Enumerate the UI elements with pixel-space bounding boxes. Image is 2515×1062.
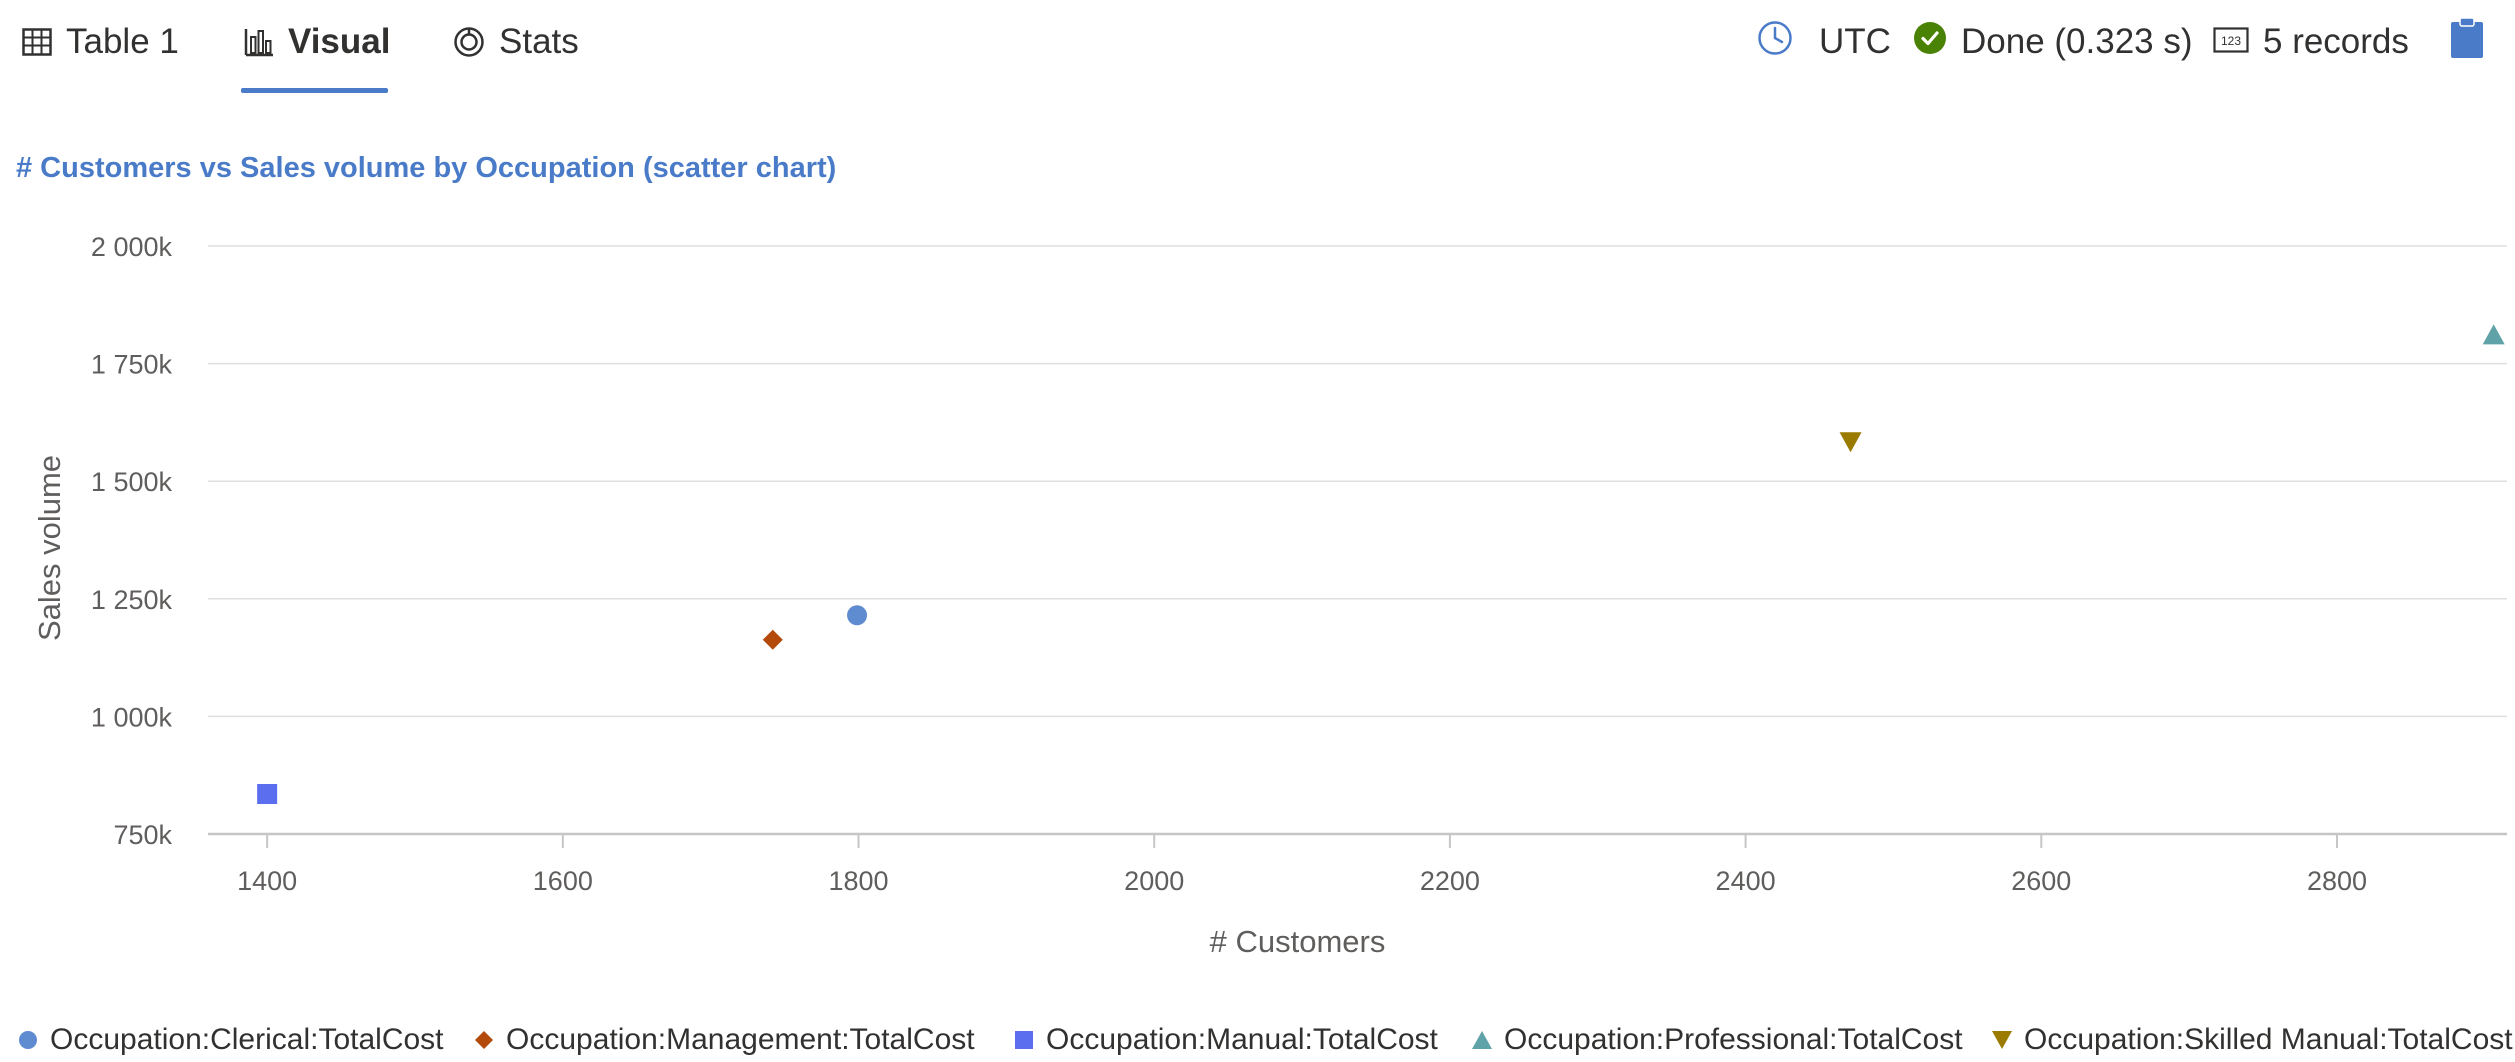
tab-label: Table 1 [66,22,179,61]
check-circle-icon [1913,21,1947,64]
bar-chart-icon [244,27,274,57]
legend-label: Occupation:Management:TotalCost [506,1023,975,1056]
timezone-indicator[interactable]: UTC [1757,12,1891,72]
legend-label: Occupation:Clerical:TotalCost [50,1023,444,1056]
x-tick-label: 1400 [237,866,297,896]
y-tick-label: 1 250k [91,585,173,615]
legend-item[interactable]: Occupation:Clerical:TotalCost [16,1018,444,1062]
y-tick-label: 1 750k [91,350,173,380]
tab-stats[interactable]: Stats [453,12,579,72]
tab-table-1[interactable]: Table 1 [22,12,179,72]
clipboard-icon [2450,16,2484,68]
svg-text:123: 123 [2221,34,2241,48]
status-text: Done (0.323 s) [1961,22,2193,61]
y-tick-label: 1 500k [91,467,173,497]
number-badge-icon: 123 [2213,22,2249,62]
tab-bar: Table 1 Visual Stats UTC Done (0.323 s) … [0,0,2515,96]
stats-icon [453,26,485,58]
data-point [257,784,278,805]
legend-item[interactable]: Occupation:Skilled Manual:TotalCost [1990,1018,2513,1062]
legend-label: Occupation:Skilled Manual:TotalCost [2024,1023,2513,1056]
timezone-label: UTC [1819,22,1891,61]
circle-marker-icon [19,1031,37,1049]
triangle-up-marker-icon [1472,1031,1492,1049]
chart-title: # Customers vs Sales volume by Occupatio… [16,152,837,184]
copy-button[interactable] [2450,12,2484,72]
tab-label: Stats [499,22,579,61]
records-text: 5 records [2263,22,2409,61]
active-tab-indicator [241,88,388,93]
square-marker-icon [1015,1031,1033,1049]
triangle-down-marker-icon [1992,1031,2012,1049]
data-point [2482,324,2505,345]
x-tick-label: 2200 [1420,866,1480,896]
tab-label: Visual [288,22,391,61]
table-icon [22,28,52,56]
y-tick-label: 1 000k [91,702,173,732]
x-tick-label: 1800 [828,866,888,896]
y-axis-title: Sales volume [32,455,67,641]
scatter-chart: 750k 1 000k 1 250k 1 500k 1 750k 2 000k 1400 16… [32,232,2507,959]
x-tick-label: 2600 [2011,866,2071,896]
tab-visual[interactable]: Visual [244,12,390,72]
record-count: 123 5 records [2213,12,2409,72]
query-status: Done (0.323 s) [1913,12,2193,72]
y-tick-label: 750k [113,820,172,850]
x-tick-label: 1600 [533,866,593,896]
legend-label: Occupation:Manual:TotalCost [1046,1023,1438,1056]
legend-item[interactable]: Occupation:Manual:TotalCost [1012,1018,1438,1062]
x-tick-label: 2800 [2307,866,2367,896]
data-point [762,629,783,650]
legend-item[interactable]: Occupation:Management:TotalCost [472,1018,975,1062]
legend-label: Occupation:Professional:TotalCost [1504,1023,1963,1056]
data-point [847,605,868,626]
legend-item[interactable]: Occupation:Professional:TotalCost [1470,1018,1963,1062]
x-tick-label: 2400 [1716,866,1776,896]
clock-icon [1757,20,1793,65]
x-axis-title: # Customers [1210,924,1386,959]
y-tick-label: 2 000k [91,232,173,262]
x-tick-label: 2000 [1124,866,1184,896]
chart-legend: Occupation:Clerical:TotalCost Occupation:… [0,1018,2515,1062]
diamond-marker-icon [475,1031,493,1049]
data-point [1839,432,1862,453]
